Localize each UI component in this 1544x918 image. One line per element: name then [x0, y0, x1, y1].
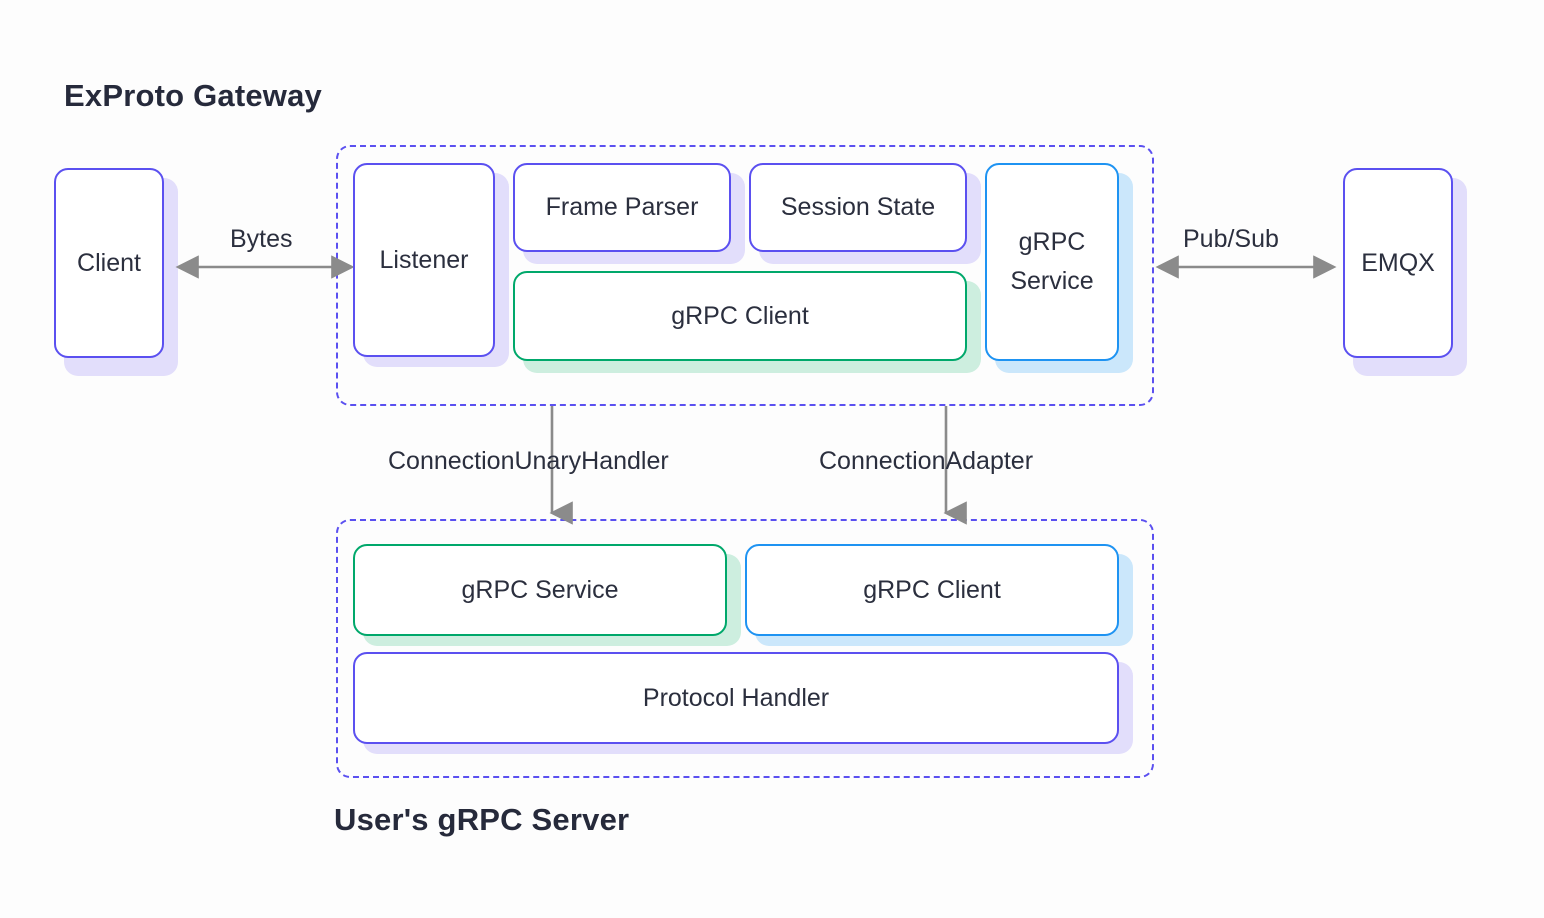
- pubsub-connector-arrow: [1155, 255, 1337, 279]
- server-grpc-client-node-label: gRPC Client: [863, 575, 1001, 604]
- gateway-grpc-service-node[interactable]: gRPC Service: [985, 163, 1119, 361]
- diagram-canvas: ExProto Gateway User's gRPC Server Clien…: [0, 0, 1544, 918]
- listener-node-label: Listener: [379, 245, 469, 274]
- gateway-grpc-client-node-label: gRPC Client: [671, 301, 809, 330]
- server-grpc-client-node[interactable]: gRPC Client: [745, 544, 1119, 636]
- bytes-connector-label: Bytes: [230, 225, 293, 253]
- client-node-label: Client: [77, 248, 141, 277]
- emqx-node-label: EMQX: [1361, 248, 1435, 277]
- pubsub-connector-label: Pub/Sub: [1183, 225, 1279, 253]
- frame-parser-node-label: Frame Parser: [545, 193, 699, 222]
- session-state-node-label: Session State: [780, 193, 936, 222]
- protocol-handler-node[interactable]: Protocol Handler: [353, 652, 1119, 744]
- gateway-grpc-service-node-label: gRPC Service: [1010, 228, 1094, 295]
- client-node[interactable]: Client: [54, 168, 164, 358]
- server-section-title: User's gRPC Server: [334, 802, 630, 837]
- gateway-section-title: ExProto Gateway: [64, 78, 322, 113]
- session-state-node[interactable]: Session State: [749, 163, 967, 252]
- gateway-grpc-client-node[interactable]: gRPC Client: [513, 271, 967, 361]
- bytes-connector-arrow: [175, 255, 355, 279]
- frame-parser-node[interactable]: Frame Parser: [513, 163, 731, 252]
- server-grpc-service-node-label: gRPC Service: [461, 575, 619, 604]
- emqx-node[interactable]: EMQX: [1343, 168, 1453, 358]
- connection-adapter-label: ConnectionAdapter: [819, 447, 1034, 475]
- listener-node[interactable]: Listener: [353, 163, 495, 357]
- connection-unary-handler-label: ConnectionUnaryHandler: [388, 447, 669, 475]
- server-grpc-service-node[interactable]: gRPC Service: [353, 544, 727, 636]
- protocol-handler-node-label: Protocol Handler: [642, 683, 830, 712]
